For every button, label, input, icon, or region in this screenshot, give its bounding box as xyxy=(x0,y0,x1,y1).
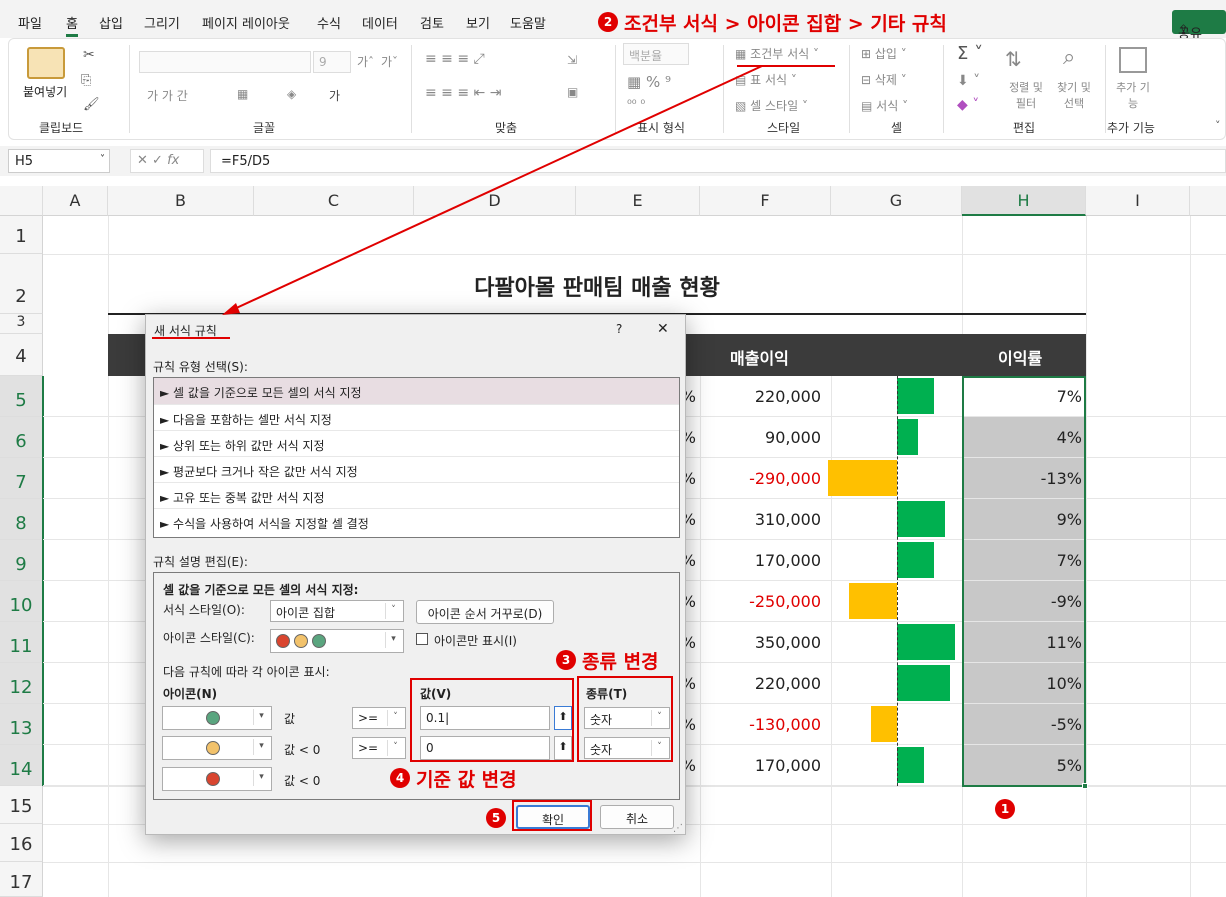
step-5-badge: 5 xyxy=(486,808,506,828)
step-2-text: 조건부 서식 > 아이콘 집합 > 기타 규칙 xyxy=(624,13,947,35)
step-4-text: 기준 값 변경 xyxy=(416,769,517,791)
step-3-badge: 3 xyxy=(556,650,576,670)
step-1-badge: 1 xyxy=(995,799,1015,819)
step-2-badge: 2 xyxy=(598,12,618,32)
step-4-badge: 4 xyxy=(390,768,410,788)
step-3-text: 종류 변경 xyxy=(582,651,659,673)
annotation-arrow xyxy=(222,65,763,315)
